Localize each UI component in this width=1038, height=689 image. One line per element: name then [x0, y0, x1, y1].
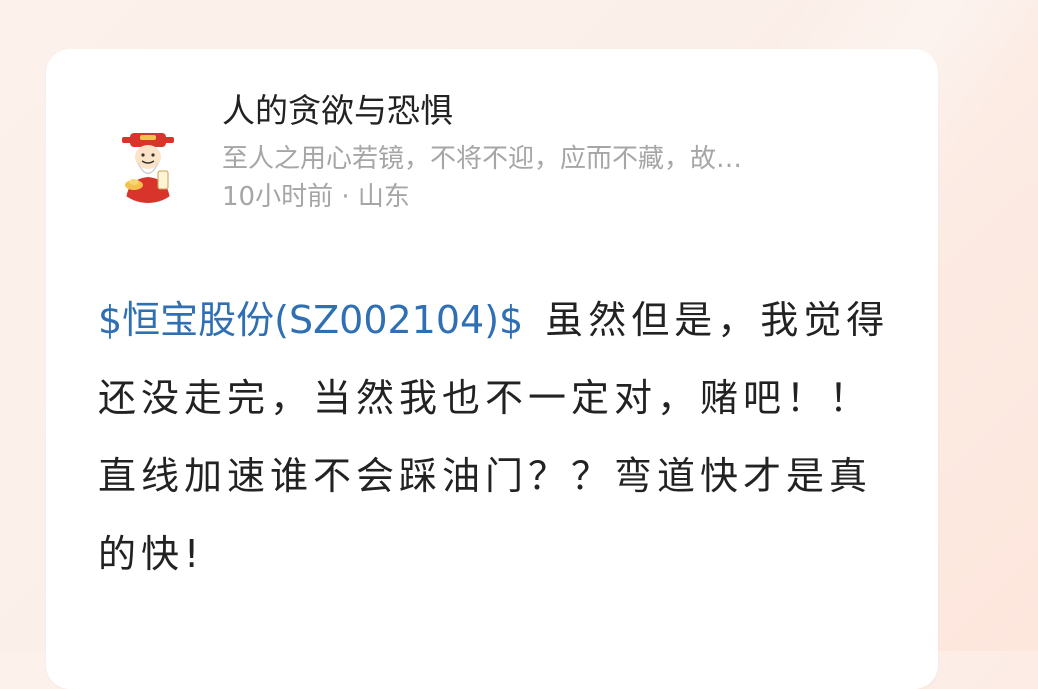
author-bio: 至人之用心若镜，不将不迎，应而不藏，故…: [222, 144, 743, 174]
post-card[interactable]: 人的贪欲与恐惧 至人之用心若镜，不将不迎，应而不藏，故… 10小时前 · 山东 …: [46, 49, 938, 689]
post-body: $恒宝股份(SZ002104)$ 虽然但是，我觉得还没走完，当然我也不一定对，赌吧…: [98, 281, 898, 593]
stock-tag-link[interactable]: $恒宝股份(SZ002104)$: [98, 298, 523, 342]
post-meta: 10小时前 · 山东: [222, 182, 410, 212]
author-name[interactable]: 人的贪欲与恐惧: [222, 91, 912, 131]
author-avatar[interactable]: [110, 127, 186, 203]
post-header: 人的贪欲与恐惧 至人之用心若镜，不将不迎，应而不藏，故… 10小时前 · 山东: [222, 91, 912, 213]
caishen-avatar-icon: [110, 127, 186, 203]
